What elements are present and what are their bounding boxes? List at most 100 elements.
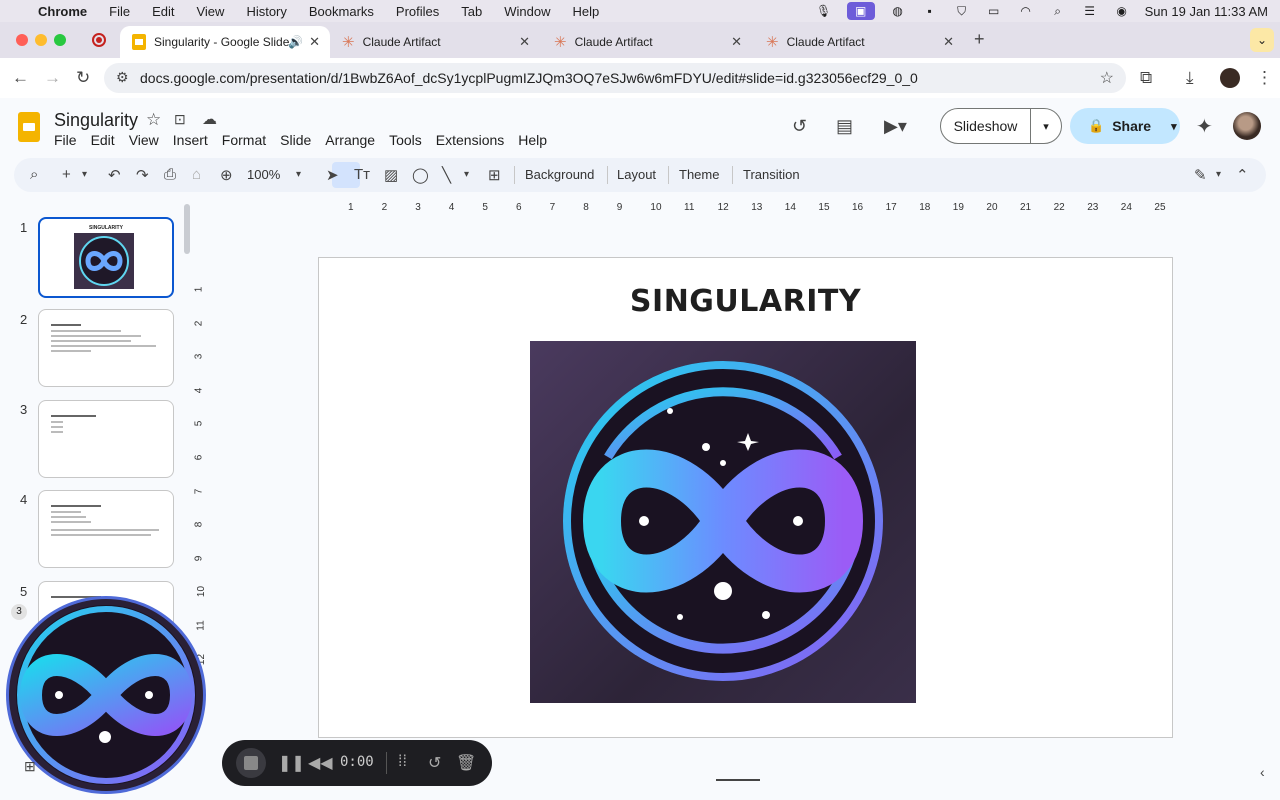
select-cursor-icon[interactable]: ➤ — [326, 166, 339, 184]
site-info-icon[interactable]: ⚙ — [116, 69, 129, 86]
siri-icon[interactable]: ◉ — [1113, 4, 1131, 18]
comments-icon[interactable]: ▤ — [836, 116, 853, 137]
tab-singularity[interactable]: Singularity - Google Slide 🔊 ✕ — [120, 26, 330, 58]
restart-icon[interactable]: ↺ — [428, 753, 441, 773]
move-folder-icon[interactable]: ⊡ — [174, 111, 186, 128]
zoom-icon[interactable]: ⊕ — [220, 166, 233, 184]
slideshow-button[interactable]: Slideshow ▾ — [940, 108, 1062, 144]
tab-claude-artifact-2[interactable]: ✳ Claude Artifact ✕ — [542, 26, 752, 58]
close-tab-icon[interactable]: ✕ — [309, 34, 320, 50]
menubar-help[interactable]: Help — [573, 4, 600, 19]
grid-app-icon[interactable]: ▪ — [921, 4, 939, 18]
close-tab-icon[interactable]: ✕ — [731, 34, 742, 50]
menubar-profiles[interactable]: Profiles — [396, 4, 439, 19]
slide-title[interactable]: SINGULARITY — [319, 284, 1172, 319]
extensions-icon[interactable]: ⧉ — [1140, 68, 1152, 88]
tab-search-chevron-icon[interactable]: ⌄ — [1250, 28, 1274, 52]
transition-button[interactable]: Transition — [743, 167, 800, 182]
new-tab-icon[interactable]: + — [974, 29, 985, 50]
download-icon[interactable]: ⤓ — [1186, 68, 1194, 88]
insert-image-icon[interactable]: ▨ — [384, 166, 398, 184]
zoom-dropdown-icon[interactable]: ▾ — [296, 169, 301, 180]
stop-recording-button[interactable] — [236, 748, 266, 778]
drag-handle-icon[interactable]: ⁞⁞ — [398, 753, 407, 771]
webcam-overlay[interactable] — [6, 596, 206, 794]
undo-icon[interactable]: ↶ — [108, 166, 121, 184]
menu-format[interactable]: Format — [222, 132, 266, 148]
shield-icon[interactable]: ⛉ — [953, 4, 971, 18]
rewind-icon[interactable]: ◀◀ — [308, 753, 333, 773]
forward-arrow-icon[interactable]: → — [44, 68, 61, 88]
menu-edit[interactable]: Edit — [91, 132, 115, 148]
line-dropdown-icon[interactable]: ▾ — [464, 169, 469, 180]
google-slides-logo-icon[interactable] — [18, 112, 40, 142]
maximize-window-button[interactable] — [54, 34, 66, 46]
back-arrow-icon[interactable]: ← — [12, 68, 29, 88]
paint-format-icon[interactable]: ⌂ — [192, 166, 201, 183]
reload-icon[interactable]: ↻ — [76, 68, 90, 88]
search-menus-icon[interactable]: ⌕ — [30, 166, 38, 183]
more-menu-icon[interactable]: ⋮ — [1256, 68, 1273, 88]
slide-thumbnail-2[interactable] — [38, 309, 174, 387]
delete-recording-icon[interactable]: 🗑 — [456, 753, 476, 773]
share-dropdown-icon[interactable]: ▾ — [1171, 120, 1177, 133]
battery-icon[interactable]: ▭ — [985, 4, 1003, 18]
menu-help[interactable]: Help — [518, 132, 547, 148]
new-slide-icon[interactable]: + — [62, 166, 71, 183]
star-icon[interactable]: ☆ — [146, 110, 161, 130]
menubar-tab[interactable]: Tab — [461, 4, 482, 19]
gemini-sparkle-icon[interactable]: ✦ — [1196, 114, 1213, 139]
close-tab-icon[interactable]: ✕ — [519, 34, 530, 50]
menubar-app-name[interactable]: Chrome — [38, 4, 87, 19]
slideshow-dropdown-icon[interactable]: ▾ — [1031, 120, 1061, 133]
menubar-history[interactable]: History — [246, 4, 286, 19]
audio-playing-icon[interactable]: 🔊 — [288, 35, 303, 49]
tab-claude-artifact-1[interactable]: ✳ Claude Artifact ✕ — [330, 26, 540, 58]
slide-thumbnail-3[interactable] — [38, 400, 174, 478]
pen-tool-icon[interactable]: ✎ — [1194, 166, 1207, 184]
menu-file[interactable]: File — [54, 132, 77, 148]
menu-extensions[interactable]: Extensions — [436, 132, 504, 148]
side-panel-toggle-icon[interactable]: ‹ — [1260, 764, 1265, 780]
grid-view-icon[interactable]: ⊞ — [24, 758, 36, 775]
tab-claude-artifact-3[interactable]: ✳ Claude Artifact ✕ — [754, 26, 964, 58]
screen-recorder-icon[interactable]: ▣ — [846, 2, 875, 20]
text-box-icon[interactable]: Tт — [354, 166, 370, 183]
minimize-window-button[interactable] — [35, 34, 47, 46]
pen-dropdown-icon[interactable]: ▾ — [1216, 169, 1221, 180]
background-button[interactable]: Background — [525, 167, 594, 182]
omnibox[interactable]: ⚙ docs.google.com/presentation/d/1BwbZ6A… — [104, 63, 1126, 93]
control-center-icon[interactable]: ☰ — [1081, 4, 1099, 18]
menubar-clock[interactable]: Sun 19 Jan 11:33 AM — [1145, 4, 1268, 19]
line-icon[interactable]: ╲ — [442, 166, 451, 184]
user-avatar[interactable] — [1233, 112, 1261, 140]
cloud-saved-icon[interactable]: ☁ — [202, 110, 217, 128]
menubar-bookmarks[interactable]: Bookmarks — [309, 4, 374, 19]
menu-insert[interactable]: Insert — [173, 132, 208, 148]
pause-icon[interactable]: ❚❚ — [278, 753, 305, 773]
spotlight-search-icon[interactable]: ⌕ — [1049, 4, 1067, 18]
wifi-icon[interactable]: ◠ — [1017, 4, 1035, 18]
menu-slide[interactable]: Slide — [280, 132, 311, 148]
insert-comment-icon[interactable]: ⊞ — [488, 166, 501, 184]
filmstrip-scrollbar[interactable] — [184, 204, 190, 254]
meet-camera-icon[interactable]: ▶▾ — [884, 116, 907, 137]
singularity-logo-image[interactable] — [530, 341, 916, 703]
menubar-window[interactable]: Window — [504, 4, 550, 19]
layout-button[interactable]: Layout — [617, 167, 656, 182]
menu-arrange[interactable]: Arrange — [325, 132, 375, 148]
globe-icon[interactable]: ◍ — [889, 4, 907, 18]
close-window-button[interactable] — [16, 34, 28, 46]
menu-tools[interactable]: Tools — [389, 132, 422, 148]
slide-thumbnail-1[interactable]: SINGULARITY — [38, 217, 174, 298]
document-title[interactable]: Singularity — [54, 110, 138, 131]
menubar-file[interactable]: File — [109, 4, 130, 19]
zoom-level[interactable]: 100% — [247, 167, 280, 182]
profile-avatar[interactable] — [1220, 68, 1240, 88]
slide-canvas[interactable]: SINGULARITY — [318, 257, 1173, 738]
close-tab-icon[interactable]: ✕ — [943, 34, 954, 50]
theme-button[interactable]: Theme — [679, 167, 719, 182]
redo-icon[interactable]: ↷ — [136, 166, 149, 184]
share-button[interactable]: 🔒 Share ▾ — [1070, 108, 1180, 144]
collapse-toolbar-icon[interactable]: ⌃ — [1236, 166, 1249, 184]
